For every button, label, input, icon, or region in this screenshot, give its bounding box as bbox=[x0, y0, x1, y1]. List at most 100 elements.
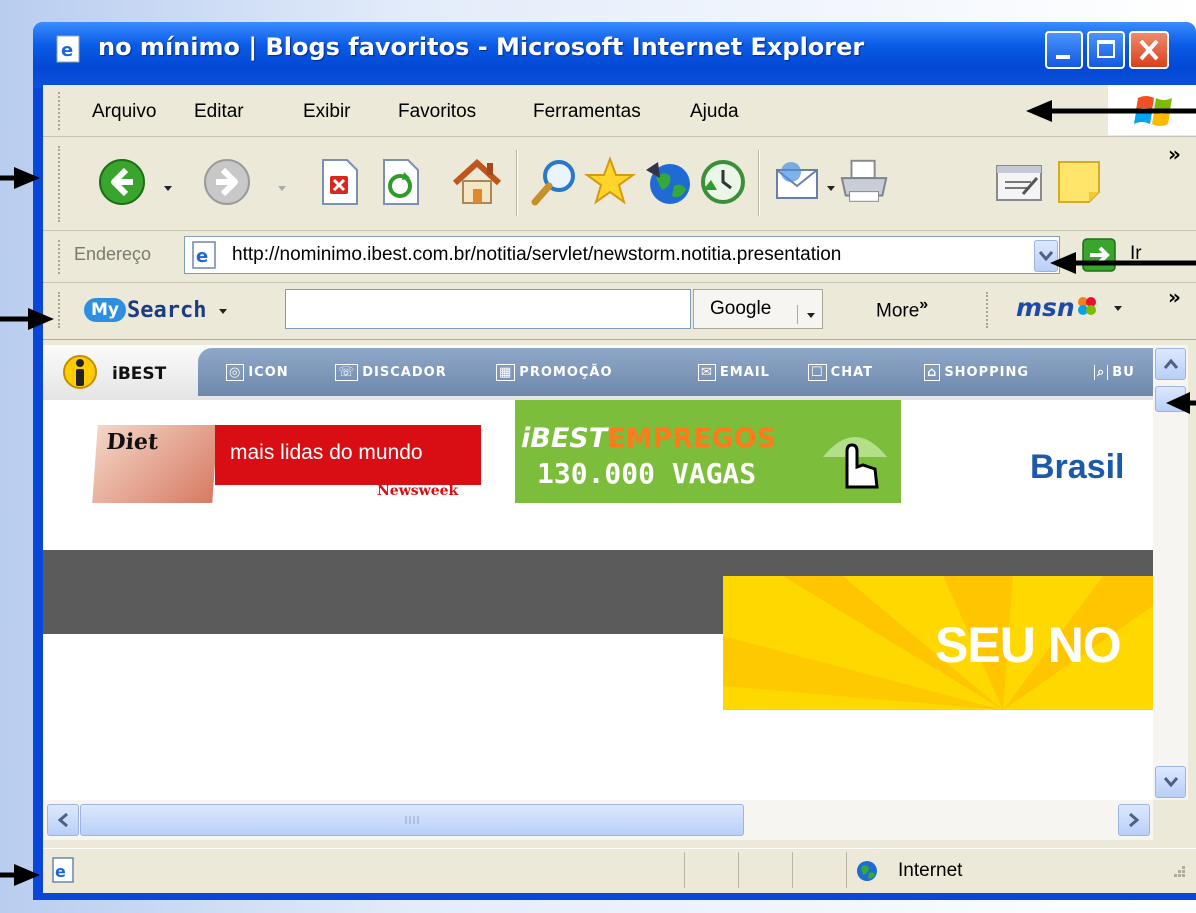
svg-text:e: e bbox=[196, 246, 208, 267]
mysearch-overflow-chevron[interactable]: » bbox=[1168, 285, 1181, 309]
empregos-title: iBESTEMPREGOS bbox=[521, 423, 776, 454]
empregos-title-ibest: iBEST bbox=[521, 423, 608, 454]
mysearch-dropdown-icon[interactable] bbox=[218, 301, 228, 320]
ibest-link-email[interactable]: ✉ EMAIL bbox=[698, 364, 770, 381]
mail-icon[interactable] bbox=[770, 155, 824, 209]
msn-logo[interactable]: msn bbox=[1016, 293, 1123, 322]
resize-grip-icon[interactable] bbox=[1168, 864, 1188, 884]
mysearch-logo[interactable]: My Search bbox=[84, 294, 228, 326]
home-icon[interactable] bbox=[450, 155, 504, 209]
ibest-link-shopping-label: SHOPPING bbox=[944, 365, 1030, 380]
scroll-up-button[interactable] bbox=[1155, 348, 1186, 380]
ibest-link-discador-label: DISCADOR bbox=[362, 365, 447, 380]
mysearch-my-badge: My bbox=[84, 298, 126, 322]
scroll-down-button[interactable] bbox=[1155, 766, 1186, 798]
ibest-shopping-glyph: ⌂ bbox=[924, 364, 941, 381]
empregos-banner[interactable]: iBESTEMPREGOS 130.000 VAGAS bbox=[515, 400, 901, 503]
menu-grip[interactable] bbox=[58, 92, 63, 130]
menu-editar[interactable]: Editar bbox=[194, 101, 244, 123]
ibest-link-chat[interactable]: ☐ CHAT bbox=[808, 364, 873, 381]
toolbar-overflow-chevron[interactable]: » bbox=[1168, 142, 1181, 166]
address-url[interactable]: http://nominimo.ibest.com.br/notitia/ser… bbox=[232, 244, 1026, 266]
ibest-chat-glyph: ☐ bbox=[808, 364, 827, 381]
ibest-link-busca[interactable]: ⌕ BU bbox=[1094, 365, 1152, 380]
scroll-left-button[interactable] bbox=[47, 804, 79, 836]
ibest-busca-glyph: ⌕ bbox=[1094, 365, 1109, 380]
status-bar bbox=[43, 848, 1196, 893]
annotation-arrow-scrollbar bbox=[1166, 390, 1196, 416]
newsweek-banner-text: mais lidas do mundo bbox=[230, 441, 423, 464]
scroll-right-button[interactable] bbox=[1118, 804, 1150, 836]
toolbar-separator-2 bbox=[758, 150, 760, 216]
msn-grip[interactable] bbox=[986, 292, 991, 328]
history-icon[interactable] bbox=[696, 155, 750, 209]
empregos-hand-icon bbox=[815, 417, 895, 497]
brasil-banner-text[interactable]: Brasil bbox=[1030, 448, 1125, 487]
yellow-banner-text: SEU NO bbox=[935, 617, 1122, 673]
ibest-link-promocao-label: PROMOÇÃO bbox=[519, 365, 613, 380]
media-icon[interactable] bbox=[641, 155, 695, 209]
ibest-link-icon[interactable]: ◎ ICON bbox=[226, 364, 289, 381]
menu-ajuda[interactable]: Ajuda bbox=[690, 101, 739, 123]
toolbar-grip[interactable] bbox=[58, 146, 63, 222]
menu-favoritos[interactable]: Favoritos bbox=[398, 101, 476, 123]
newsweek-logo: Newsweek bbox=[377, 483, 459, 499]
newsweek-banner[interactable]: Diet mais lidas do mundo Newsweek bbox=[92, 425, 481, 503]
search-engine-dropdown-icon[interactable] bbox=[797, 305, 816, 324]
scroll-corner bbox=[1153, 800, 1188, 840]
annotation-arrow-toolbar bbox=[0, 165, 40, 191]
favorites-icon[interactable] bbox=[583, 155, 637, 209]
stop-icon[interactable] bbox=[312, 155, 366, 209]
ibest-brand[interactable]: iBEST bbox=[112, 364, 166, 384]
minimize-button[interactable] bbox=[1045, 31, 1083, 69]
internet-zone-label: Internet bbox=[898, 860, 963, 881]
newsweek-cover-text: Diet bbox=[105, 429, 160, 455]
annotation-arrow-search bbox=[0, 306, 54, 332]
back-icon[interactable] bbox=[95, 155, 149, 209]
ibest-discador-glyph: ☏ bbox=[335, 364, 359, 381]
yellow-banner[interactable]: SEU NO bbox=[723, 576, 1153, 710]
maximize-button[interactable] bbox=[1087, 31, 1125, 69]
refresh-icon[interactable] bbox=[373, 155, 427, 209]
menu-arquivo[interactable]: Arquivo bbox=[92, 101, 156, 123]
back-dropdown-icon[interactable] bbox=[163, 178, 173, 191]
search-engine-select[interactable]: Google bbox=[693, 289, 823, 329]
messenger-icon[interactable] bbox=[1052, 155, 1106, 209]
ibest-icon-glyph: ◎ bbox=[226, 364, 245, 381]
status-pane-divider-2 bbox=[738, 852, 739, 888]
edit-icon[interactable] bbox=[992, 155, 1046, 209]
ibest-link-email-label: EMAIL bbox=[719, 365, 770, 380]
ibest-link-shopping[interactable]: ⌂ SHOPPING bbox=[924, 364, 1030, 381]
menu-exibir[interactable]: Exibir bbox=[303, 101, 351, 123]
address-grip[interactable] bbox=[58, 240, 63, 274]
internet-zone-icon bbox=[856, 860, 878, 882]
ibest-link-busca-label: BU bbox=[1112, 365, 1135, 380]
search-icon[interactable] bbox=[528, 155, 582, 209]
status-page-icon: e bbox=[50, 856, 78, 884]
ibest-link-discador[interactable]: ☏ DISCADOR bbox=[335, 364, 447, 381]
page-ie-icon: e bbox=[190, 240, 220, 270]
svg-text:e: e bbox=[55, 862, 66, 881]
mysearch-grip[interactable] bbox=[58, 292, 63, 328]
forward-icon[interactable] bbox=[200, 155, 254, 209]
status-pane-divider-3 bbox=[792, 852, 793, 888]
msn-dropdown-icon[interactable] bbox=[1113, 298, 1123, 317]
search-input[interactable] bbox=[285, 289, 691, 329]
ibest-link-icon-label: ICON bbox=[248, 365, 289, 380]
svg-text:e: e bbox=[61, 40, 73, 61]
more-button[interactable]: More» bbox=[876, 296, 928, 322]
print-icon[interactable] bbox=[838, 155, 892, 209]
newsweek-cover: Diet bbox=[92, 425, 218, 503]
more-label: More bbox=[876, 300, 920, 322]
scroll-thumb-horizontal[interactable] bbox=[80, 804, 744, 836]
forward-dropdown-icon[interactable] bbox=[277, 178, 287, 191]
ibest-link-promocao[interactable]: ▦ PROMOÇÃO bbox=[496, 364, 613, 381]
more-chevron-icon: » bbox=[919, 296, 929, 313]
ie-page-icon[interactable]: e bbox=[52, 33, 84, 65]
mail-dropdown-icon[interactable] bbox=[826, 178, 836, 191]
mysearch-label: Search bbox=[127, 297, 207, 323]
address-label: Endereço bbox=[74, 244, 152, 264]
close-button[interactable] bbox=[1129, 31, 1169, 69]
ibest-logo-icon[interactable] bbox=[62, 352, 98, 392]
menu-ferramentas[interactable]: Ferramentas bbox=[533, 101, 641, 123]
